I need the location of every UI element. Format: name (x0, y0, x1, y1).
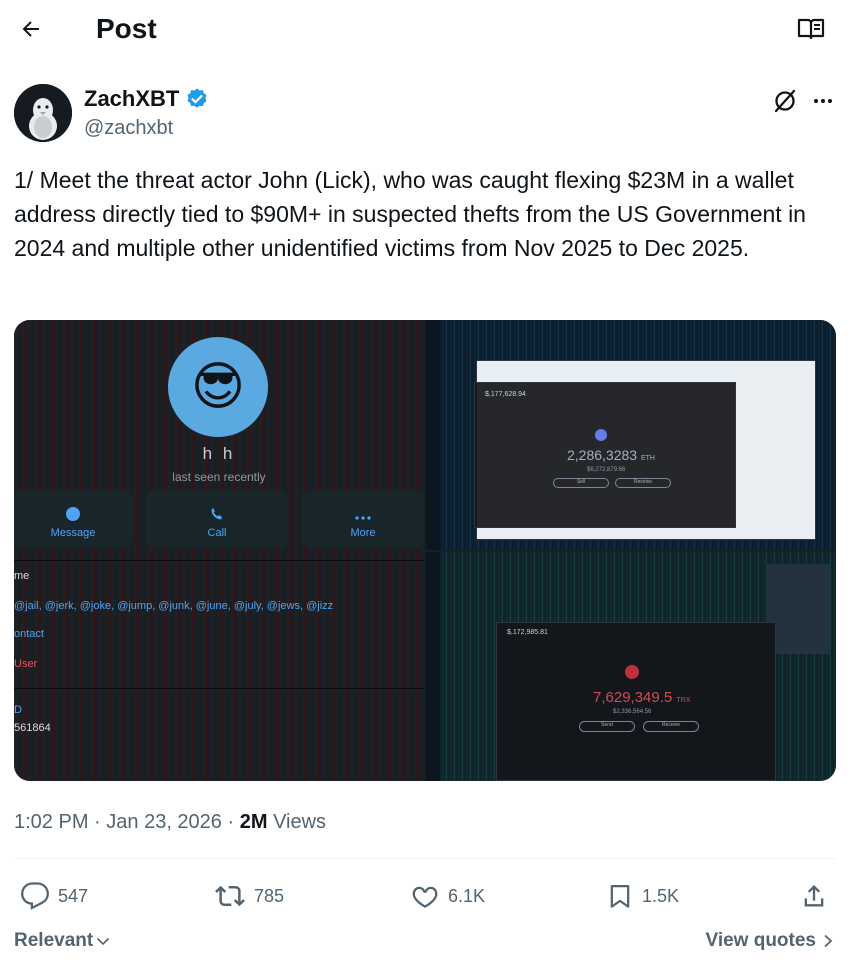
more-label: More (350, 527, 376, 539)
repost-button[interactable]: 785 (214, 876, 284, 916)
send-chip: Send (579, 721, 635, 732)
wallet-balance: 2,286,3283 ETH (567, 447, 655, 463)
sell-chip: Sell (553, 478, 609, 488)
wallet-unit: TRX (676, 697, 691, 704)
media-image-wallet-eth[interactable]: $,177,628.94 2,286,3283 ETH $6,272,879.6… (426, 320, 836, 550)
call-label: Call (207, 527, 227, 539)
bookmark-count: 1.5K (642, 885, 680, 906)
profile-row-block: User (14, 658, 38, 670)
share-button[interactable] (800, 876, 828, 916)
sort-dropdown[interactable]: Relevant (14, 930, 111, 952)
author-handle[interactable]: @zachxbt (84, 116, 173, 140)
grok-icon (774, 89, 796, 113)
bookmark-button[interactable]: 1.5K (606, 876, 679, 916)
sunglasses-emoji-avatar: 😎 (168, 337, 268, 437)
reader-mode-button[interactable] (794, 14, 828, 44)
phone-icon (211, 508, 222, 520)
book-icon (797, 18, 825, 40)
wallet-sub: $2,336,564.56 (613, 709, 652, 715)
message-label: Message (50, 527, 96, 539)
profile-name: h h (202, 444, 236, 463)
profile-row-id-label: D (14, 704, 22, 716)
wallet-total: $,172,985.81 (507, 629, 548, 636)
bookmark-icon (610, 884, 630, 908)
post-timestamp[interactable]: 1:02 PM · Jan 23, 2026 · 2M Views (14, 808, 326, 836)
profile-message-button: Message (14, 491, 132, 547)
post-text: 1/ Meet the threat actor John (Lick), wh… (14, 167, 806, 261)
media-grid[interactable]: 😎 h h last seen recently Message Call Mo… (14, 320, 836, 781)
like-button[interactable]: 6.1K (410, 876, 485, 916)
views-label: Views (273, 811, 327, 833)
wallet-balance-value: 7,629,349.5 (593, 689, 673, 706)
post-actions: 547 785 6.1K 1.5K (0, 876, 860, 916)
profile-status: last seen recently (172, 470, 266, 484)
message-icon (66, 507, 80, 521)
eth-icon (595, 429, 607, 441)
receive-chip: Receive (615, 478, 671, 488)
view-quotes-link[interactable]: View quotes (705, 930, 834, 952)
media-image-wallet-trx[interactable]: $,172,985.81 7,629,349.5 TRX $2,336,564.… (426, 552, 836, 781)
top-bar: Post (0, 0, 860, 58)
app-dock (426, 552, 440, 781)
chevron-right-icon (824, 934, 833, 948)
profile-row-id: 561864 (14, 722, 51, 734)
grok-button[interactable] (770, 86, 800, 116)
more-options-button[interactable] (808, 86, 838, 116)
wallet-window: $,172,985.81 7,629,349.5 TRX $2,336,564.… (496, 622, 776, 781)
post-time: 1:02 PM (14, 811, 89, 833)
arrow-left-icon (22, 21, 39, 37)
more-dots-icon (355, 516, 371, 520)
wallet-total: $,177,628.94 (485, 391, 526, 398)
chevron-down-icon (97, 937, 110, 946)
verified-badge-icon (187, 88, 207, 108)
reply-controls: Relevant View quotes (0, 930, 860, 958)
profile-row-contact: ontact (14, 628, 44, 640)
separator-dot: · (227, 811, 240, 833)
repost-icon (215, 885, 245, 907)
wallet-balance-value: 2,286,3283 (567, 447, 638, 463)
wallet-window: $,177,628.94 2,286,3283 ETH $6,272,879.6… (474, 382, 736, 528)
app-dock (426, 320, 440, 550)
more-dots-icon (814, 99, 832, 103)
divider (14, 560, 424, 561)
page-title: Post (96, 13, 157, 44)
reply-count: 547 (58, 885, 89, 906)
divider (14, 858, 836, 859)
profile-call-button: Call (146, 491, 288, 547)
share-icon (804, 885, 824, 907)
views-count: 2M (239, 811, 268, 833)
receive-chip: Receive (643, 721, 699, 732)
tron-icon (625, 665, 639, 679)
media-image-profile[interactable]: 😎 h h last seen recently Message Call Mo… (14, 320, 424, 781)
view-quotes-label: View quotes (705, 930, 816, 951)
wallet-unit: ETH (640, 455, 655, 462)
separator-dot: · (94, 811, 107, 833)
sort-label: Relevant (14, 930, 94, 951)
heart-icon (412, 886, 438, 908)
repost-count: 785 (254, 885, 285, 906)
penguin-avatar-icon (14, 84, 72, 142)
profile-row-usernames: @jail, @jerk, @joke, @jump, @junk, @june… (14, 600, 334, 612)
profile-row-name: me (14, 570, 30, 582)
author-name-text: ZachXBT (84, 86, 180, 111)
wallet-balance: 7,629,349.5 TRX (593, 689, 690, 706)
like-count: 6.1K (448, 885, 486, 906)
post-date: Jan 23, 2026 (106, 811, 222, 833)
wallet-sub: $6,272,879.66 (587, 467, 626, 473)
divider (14, 688, 424, 689)
reply-icon (21, 882, 49, 910)
reply-button[interactable]: 547 (20, 876, 88, 916)
author-avatar[interactable] (14, 84, 72, 142)
author-name[interactable]: ZachXBT (84, 86, 209, 112)
profile-more-button: More (302, 491, 424, 547)
back-button[interactable] (14, 12, 48, 46)
